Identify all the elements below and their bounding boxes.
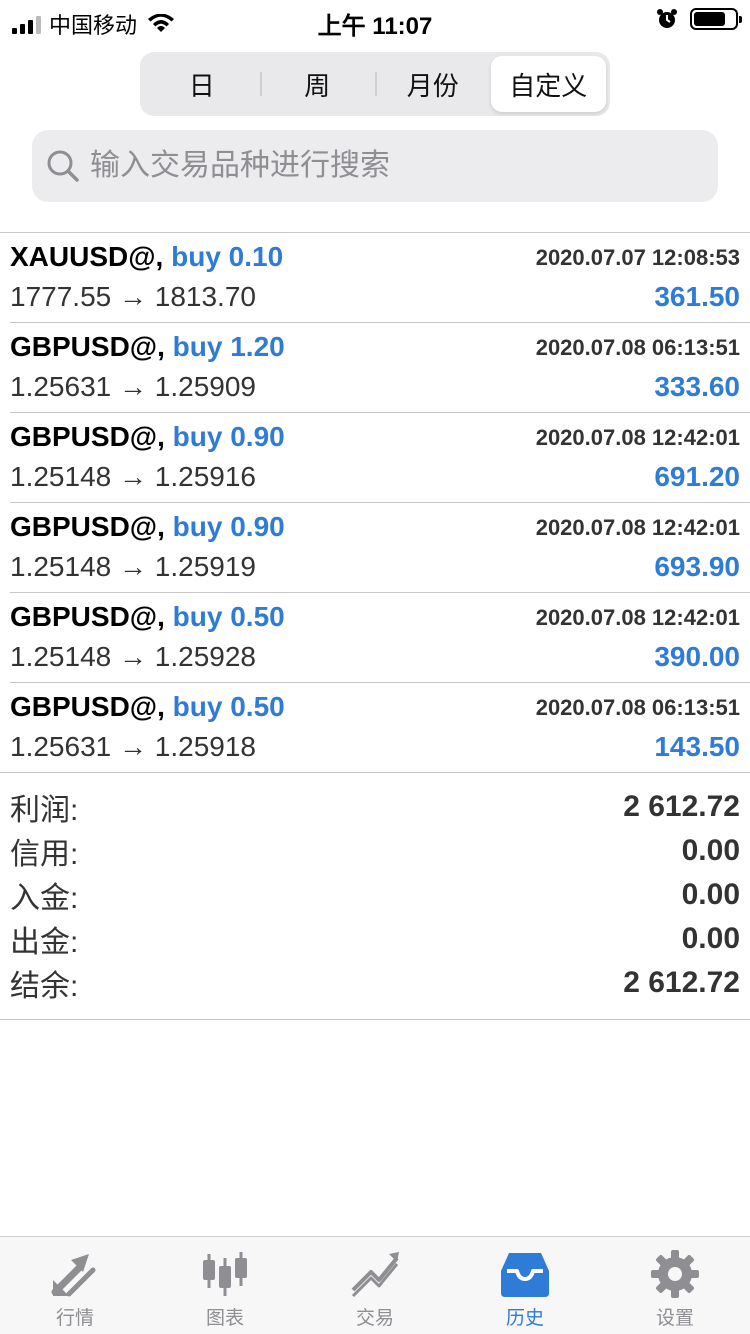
trade-symbol: GBPUSD@, buy 1.20 <box>10 331 285 362</box>
summary-value: 0.00 <box>681 834 740 867</box>
trade-row[interactable]: GBPUSD@, buy 0.90 2020.07.08 12:42:01 1.… <box>10 413 750 503</box>
trade-prices: 1.25148 → 1.25928 <box>10 641 256 672</box>
summary-balance-row: 结余: 2 612.72 <box>10 961 740 1005</box>
trade-side-volume: buy 0.50 <box>172 691 285 722</box>
summary-label: 结余: <box>10 970 79 1003</box>
trade-datetime: 2020.07.08 06:13:51 <box>535 335 740 360</box>
tab-label: 交易 <box>355 1308 394 1329</box>
trade-symbol: GBPUSD@, buy 0.50 <box>10 691 285 722</box>
tab-settings[interactable]: 设置 <box>600 1237 750 1334</box>
trade-prices: 1.25148 → 1.25919 <box>10 551 256 582</box>
tab-label: 设置 <box>655 1308 694 1329</box>
segment-day[interactable]: 日 <box>144 56 260 112</box>
trade-trend-icon <box>347 1249 403 1299</box>
alarm-clock-icon <box>657 9 677 28</box>
trade-row[interactable]: GBPUSD@, buy 0.90 2020.07.08 12:42:01 1.… <box>10 503 750 593</box>
trade-prices: 1777.55 → 1813.70 <box>10 281 256 312</box>
summary-value: 2 612.72 <box>623 790 740 823</box>
tab-quotes[interactable]: 行情 <box>0 1237 150 1334</box>
tab-trade[interactable]: 交易 <box>300 1237 450 1334</box>
status-time: 上午 11:07 <box>317 13 433 40</box>
summary-value: 0.00 <box>681 878 740 911</box>
trade-row[interactable]: XAUUSD@, buy 0.10 2020.07.07 12:08:53 17… <box>10 233 750 323</box>
summary-label: 入金: <box>10 882 79 915</box>
trade-profit: 390.00 <box>654 641 740 672</box>
trade-profit: 361.50 <box>654 281 740 312</box>
account-summary: 利润: 2 612.72 信用: 0.00 入金: 0.00 出金: 0.00 … <box>0 772 750 1020</box>
segment-week[interactable]: 周 <box>259 56 376 112</box>
summary-value: 0.00 <box>681 922 740 955</box>
status-right <box>656 8 742 30</box>
trade-profit: 691.20 <box>654 461 740 492</box>
summary-withdrawal-row: 出金: 0.00 <box>10 917 740 961</box>
tab-label: 历史 <box>505 1308 544 1329</box>
tab-label: 图表 <box>205 1308 244 1329</box>
trade-side-volume: buy 0.90 <box>172 421 285 452</box>
trade-symbol: GBPUSD@, buy 0.90 <box>10 511 285 542</box>
trade-row[interactable]: GBPUSD@, buy 0.50 2020.07.08 06:13:51 1.… <box>10 683 750 773</box>
tab-label: 行情 <box>55 1308 94 1329</box>
summary-credit-row: 信用: 0.00 <box>10 829 740 873</box>
trade-prices: 1.25631 → 1.25918 <box>10 731 256 762</box>
trade-datetime: 2020.07.08 06:13:51 <box>535 695 740 720</box>
trade-prices: 1.25631 → 1.25909 <box>10 371 256 402</box>
settings-gear-icon <box>647 1249 703 1299</box>
tab-charts[interactable]: 图表 <box>150 1237 300 1334</box>
trade-side-volume: buy 0.90 <box>172 511 285 542</box>
summary-profit-row: 利润: 2 612.72 <box>10 785 740 829</box>
summary-label: 信用: <box>10 838 79 871</box>
trade-profit: 143.50 <box>654 731 740 762</box>
tab-history[interactable]: 历史 <box>450 1237 600 1334</box>
summary-label: 利润: <box>10 794 79 827</box>
trade-profit: 333.60 <box>654 371 740 402</box>
trade-profit: 693.90 <box>654 551 740 582</box>
trade-row[interactable]: GBPUSD@, buy 0.50 2020.07.08 12:42:01 1.… <box>10 593 750 683</box>
battery-icon <box>690 8 742 30</box>
period-segmented-control: 日 周 月份 自定义 <box>140 52 610 116</box>
symbol-search-bar[interactable] <box>32 130 718 202</box>
trade-prices: 1.25148 → 1.25916 <box>10 461 256 492</box>
trade-side-volume: buy 0.10 <box>171 241 284 272</box>
bottom-tab-bar: 行情 图表 交易 历史 设置 <box>0 1236 750 1334</box>
summary-deposit-row: 入金: 0.00 <box>10 873 740 917</box>
search-input[interactable] <box>90 149 690 183</box>
segment-month[interactable]: 月份 <box>375 56 491 112</box>
trade-datetime: 2020.07.07 12:08:53 <box>535 245 740 270</box>
trade-datetime: 2020.07.08 12:42:01 <box>535 605 740 630</box>
trade-row[interactable]: GBPUSD@, buy 1.20 2020.07.08 06:13:51 1.… <box>10 323 750 413</box>
trade-symbol: GBPUSD@, buy 0.90 <box>10 421 285 452</box>
status-bar: 中国移动 上午 11:07 <box>0 0 750 40</box>
summary-value: 2 612.72 <box>623 966 740 999</box>
candlestick-chart-icon <box>197 1249 253 1299</box>
trade-side-volume: buy 1.20 <box>172 331 285 362</box>
trade-side-volume: buy 0.50 <box>172 601 285 632</box>
trade-symbol: XAUUSD@, buy 0.10 <box>10 241 284 272</box>
search-icon <box>47 150 79 182</box>
trade-datetime: 2020.07.08 12:42:01 <box>535 425 740 450</box>
trade-history-list: XAUUSD@, buy 0.10 2020.07.07 12:08:53 17… <box>0 232 750 773</box>
trade-symbol: GBPUSD@, buy 0.50 <box>10 601 285 632</box>
history-inbox-icon <box>497 1249 553 1299</box>
segment-custom[interactable]: 自定义 <box>490 56 606 112</box>
trade-datetime: 2020.07.08 12:42:01 <box>535 515 740 540</box>
quotes-arrows-icon <box>47 1249 103 1299</box>
summary-label: 出金: <box>10 926 79 959</box>
